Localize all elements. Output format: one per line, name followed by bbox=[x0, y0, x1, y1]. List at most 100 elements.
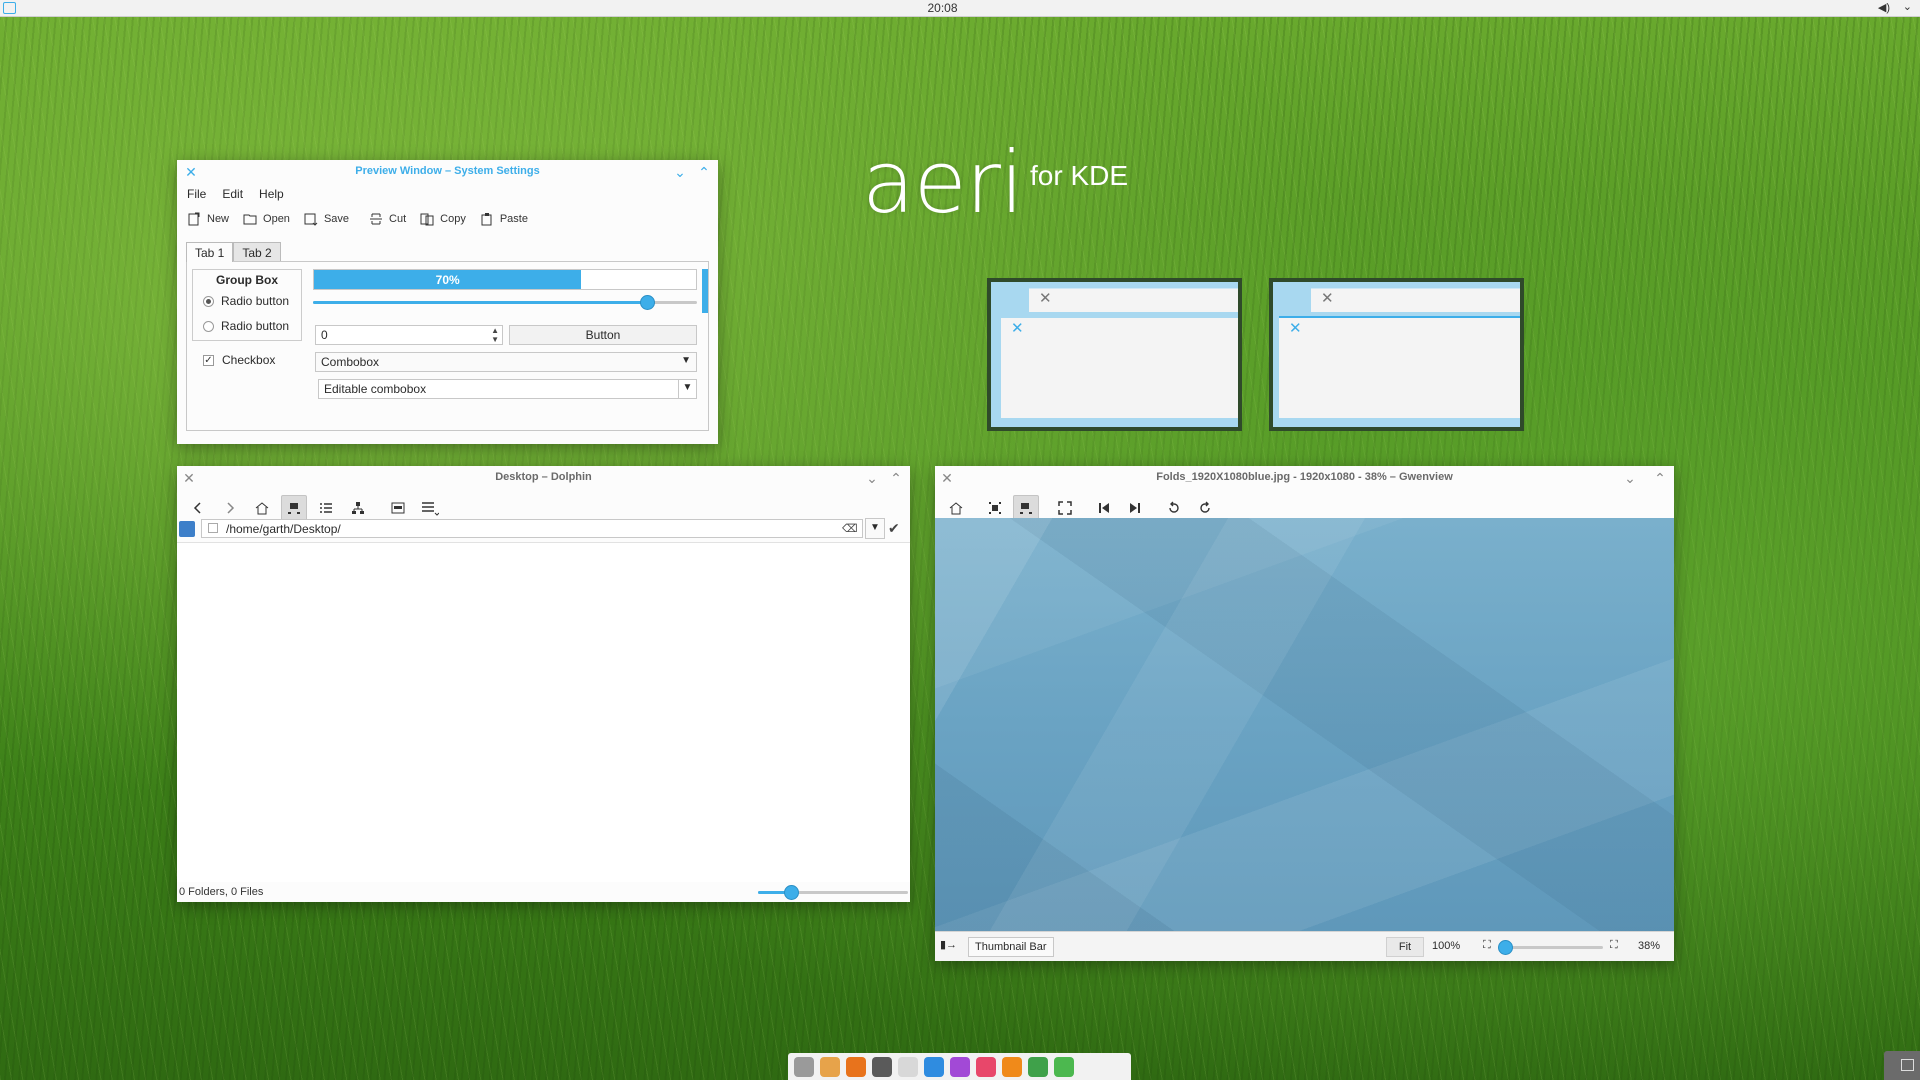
zoom-slider[interactable] bbox=[1498, 940, 1603, 955]
slider-fill bbox=[313, 301, 648, 304]
radio-indicator bbox=[203, 295, 214, 307]
dock-app-firefox-icon[interactable] bbox=[846, 1056, 866, 1077]
new-button[interactable]: New bbox=[187, 212, 229, 226]
zoom-fit-button[interactable]: Fit bbox=[1386, 937, 1424, 957]
paste-button[interactable]: Paste bbox=[480, 212, 528, 226]
dock-app-text-editor-icon[interactable] bbox=[898, 1056, 918, 1077]
sidebar-toggle-icon[interactable]: ▮→ bbox=[940, 938, 960, 956]
dock-app-file-manager-icon[interactable] bbox=[820, 1056, 840, 1077]
close-icon: ✕ bbox=[1289, 320, 1302, 337]
dolphin-window: ✕ Desktop – Dolphin ⌄ ⌃ /home/garth/Desk… bbox=[177, 466, 910, 902]
tray-expand-icon[interactable]: ⌄ bbox=[1903, 0, 1912, 13]
dock-app-music-icon[interactable] bbox=[976, 1056, 996, 1077]
image-view[interactable] bbox=[935, 518, 1674, 931]
previous-icon bbox=[1099, 503, 1109, 513]
status-bar: 0 Folders, 0 Files bbox=[177, 882, 910, 902]
home-icon bbox=[255, 502, 269, 515]
dock-app-krita-icon[interactable] bbox=[950, 1056, 970, 1077]
dock-app-terminal-icon[interactable] bbox=[872, 1056, 892, 1077]
path-text: /home/garth/Desktop/ bbox=[226, 522, 341, 536]
titlebar[interactable]: ✕ Preview Window – System Settings ⌄ ⌃ bbox=[177, 160, 718, 184]
zoom-slider[interactable] bbox=[758, 885, 908, 900]
mini-window-preview-2: ✕ ✕ bbox=[1269, 278, 1524, 431]
thumbnail-bar-button[interactable]: Thumbnail Bar bbox=[968, 937, 1054, 957]
top-panel: 20:08 ◀) ⌄ bbox=[0, 0, 1920, 17]
clock[interactable]: 20:08 bbox=[0, 1, 1885, 15]
spin-arrows-icon[interactable]: ▲ ▼ bbox=[491, 326, 499, 344]
maximize-icon[interactable]: ⌃ bbox=[696, 164, 712, 180]
radio-button-1[interactable]: Radio button bbox=[203, 294, 289, 308]
forward-icon bbox=[227, 502, 235, 514]
checkbox[interactable]: ✓ Checkbox bbox=[203, 353, 275, 367]
vertical-scroll-indicator[interactable] bbox=[702, 269, 708, 313]
dock-app-vlc-icon[interactable] bbox=[1002, 1056, 1022, 1077]
maximize-icon[interactable]: ⌃ bbox=[1652, 470, 1668, 486]
volume-icon[interactable]: ◀) bbox=[1878, 1, 1890, 14]
tab-bar: Tab 1 Tab 2 bbox=[186, 242, 281, 262]
clear-input-icon[interactable]: ⌫ bbox=[842, 522, 858, 535]
editable-combobox[interactable]: Editable combobox ▼ bbox=[318, 379, 697, 399]
toolbar: New Open Save Cut Copy Paste bbox=[177, 204, 718, 234]
open-label: Open bbox=[263, 213, 290, 225]
paste-icon bbox=[481, 213, 492, 226]
logo-subtext: for KDE bbox=[1030, 160, 1129, 191]
open-button[interactable]: Open bbox=[243, 212, 290, 226]
dock-app-android-icon[interactable] bbox=[1054, 1056, 1074, 1077]
window-title: Preview Window – System Settings bbox=[355, 165, 540, 177]
fullscreen-icon bbox=[1058, 501, 1072, 515]
copy-button[interactable]: Copy bbox=[420, 212, 466, 226]
cut-label: Cut bbox=[389, 213, 407, 225]
titlebar[interactable]: ✕ Folds_1920X1080blue.jpg - 1920x1080 - … bbox=[935, 466, 1674, 490]
slider-handle[interactable] bbox=[640, 295, 656, 310]
back-icon bbox=[193, 502, 201, 514]
maximize-icon[interactable]: ⌃ bbox=[888, 470, 904, 486]
save-button[interactable]: Save bbox=[304, 212, 349, 226]
tab-pane: Group Box Radio button Radio button ✓ Ch… bbox=[186, 261, 709, 431]
places-icon[interactable] bbox=[179, 521, 195, 537]
zoom-100-button[interactable]: 100% bbox=[1432, 940, 1460, 952]
menu-edit[interactable]: Edit bbox=[222, 187, 243, 201]
minimize-icon[interactable]: ⌄ bbox=[1622, 470, 1638, 486]
chevron-down-icon[interactable]: ▼ bbox=[678, 379, 696, 399]
spin-box[interactable]: 0 ▲ ▼ bbox=[315, 325, 503, 345]
show-desktop-button[interactable] bbox=[1884, 1051, 1920, 1080]
new-label: New bbox=[207, 213, 230, 225]
status-bar: ▮→ Thumbnail Bar Fit 100% ⛶ ⛶ 38% bbox=[935, 931, 1674, 961]
minimize-icon[interactable]: ⌄ bbox=[672, 164, 688, 180]
gwenview-window: ✕ Folds_1920X1080blue.jpg - 1920x1080 - … bbox=[935, 466, 1674, 961]
path-input[interactable]: /home/garth/Desktop/ bbox=[201, 519, 863, 538]
slider-handle[interactable] bbox=[784, 885, 799, 900]
push-button[interactable]: Button bbox=[509, 325, 697, 345]
radio-label: Radio button bbox=[221, 319, 290, 333]
paste-label: Paste bbox=[499, 213, 528, 225]
show-desktop-icon bbox=[1901, 1059, 1914, 1071]
dock-app-browser-icon[interactable] bbox=[924, 1056, 944, 1077]
history-dropdown-icon[interactable]: ▼ bbox=[865, 518, 885, 539]
radio-button-2[interactable]: Radio button bbox=[203, 319, 289, 333]
menu-help[interactable]: Help bbox=[259, 187, 284, 201]
location-bar: /home/garth/Desktop/ ⌫ ▼ ✔ bbox=[177, 518, 910, 540]
dock-app-system-monitor-icon[interactable] bbox=[1028, 1056, 1048, 1077]
zoom-out-icon[interactable]: ⛶ bbox=[1483, 939, 1491, 952]
titlebar[interactable]: ✕ Desktop – Dolphin ⌄ ⌃ bbox=[177, 466, 910, 490]
rotate-left-icon bbox=[1169, 501, 1179, 513]
home-icon bbox=[949, 502, 963, 515]
mini-window-body bbox=[1279, 316, 1520, 418]
location-icon bbox=[208, 523, 218, 533]
tab-1[interactable]: Tab 1 bbox=[186, 242, 234, 262]
dock-app-system-settings-icon[interactable] bbox=[794, 1056, 814, 1077]
mini-titlebar bbox=[1311, 288, 1520, 312]
horizontal-slider[interactable] bbox=[313, 295, 697, 310]
confirm-location-icon[interactable]: ✔ bbox=[888, 520, 900, 537]
zoom-in-icon[interactable]: ⛶ bbox=[1610, 939, 1618, 952]
minimize-icon[interactable]: ⌄ bbox=[864, 470, 880, 486]
tab-2[interactable]: Tab 2 bbox=[233, 242, 281, 262]
cut-icon bbox=[370, 213, 383, 225]
save-icon bbox=[304, 213, 318, 226]
menu-file[interactable]: File bbox=[187, 187, 206, 201]
chevron-down-icon: ▼ bbox=[681, 355, 691, 366]
file-view[interactable] bbox=[177, 542, 910, 882]
slider-handle[interactable] bbox=[1498, 940, 1513, 955]
combobox[interactable]: Combobox ▼ bbox=[315, 352, 697, 372]
cut-button[interactable]: Cut bbox=[369, 212, 406, 226]
